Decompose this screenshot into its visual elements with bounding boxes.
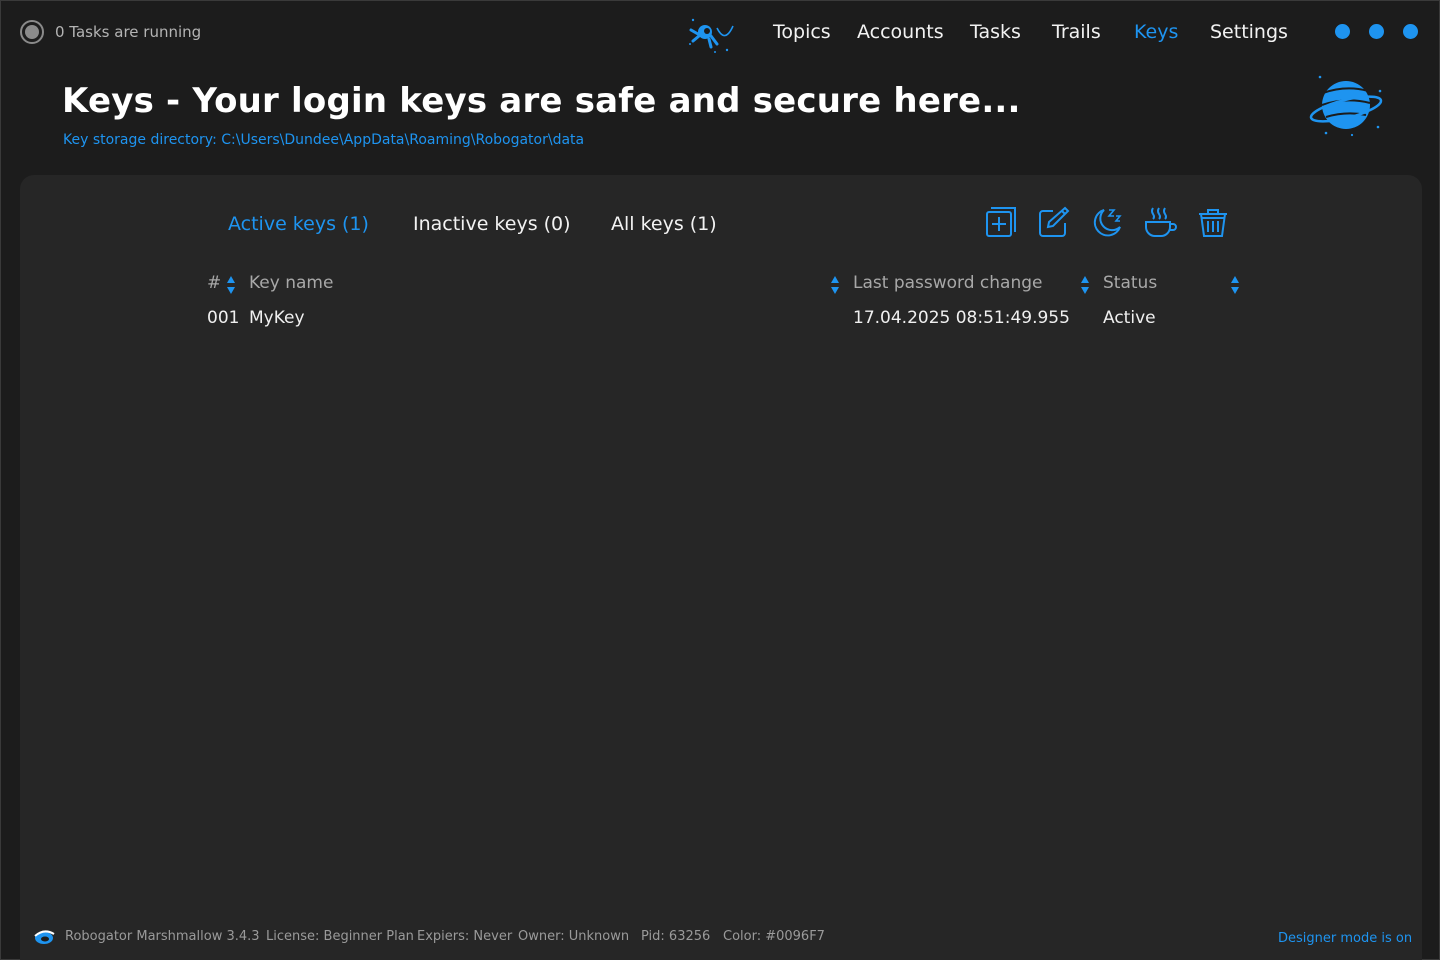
nav-settings[interactable]: Settings [1210, 21, 1288, 43]
column-last-password-change[interactable]: Last password change [853, 273, 1043, 293]
nav-tasks[interactable]: Tasks [970, 21, 1021, 43]
column-status[interactable]: Status [1103, 273, 1157, 293]
sleep-icon [1093, 209, 1122, 237]
footer-app-version: Robogator Marshmallow 3.4.3 [65, 929, 260, 944]
sort-key-name-icon[interactable] [830, 275, 840, 295]
robogator-logo-icon [34, 930, 55, 944]
status-bar: Robogator Marshmallow 3.4.3 License: Beg… [1, 925, 1440, 951]
edit-icon [1038, 206, 1069, 237]
nav-topics[interactable]: Topics [773, 21, 831, 43]
add-icon [985, 207, 1016, 237]
key-toolbar [983, 203, 1230, 241]
row-status: Active [1103, 308, 1156, 328]
delete-key-button[interactable] [1195, 203, 1230, 241]
main-nav: Topics Accounts Tasks Trails Keys Settin… [1, 21, 1439, 47]
footer-owner: Owner: Unknown [518, 929, 630, 944]
sort-number-icon[interactable] [226, 275, 236, 295]
coffee-icon [1144, 207, 1177, 237]
footer-color: Color: #0096F7 [723, 929, 825, 944]
sort-status-icon[interactable] [1230, 275, 1240, 295]
window-controls [1335, 24, 1418, 39]
nav-keys[interactable]: Keys [1134, 21, 1178, 43]
tab-active-keys[interactable]: Active keys (1) [228, 213, 369, 235]
sort-last-change-icon[interactable] [1080, 275, 1090, 295]
nav-accounts[interactable]: Accounts [857, 21, 944, 43]
row-key-name: MyKey [249, 308, 305, 328]
app-window: 0 Tasks are running Topics Accounts Task… [0, 0, 1440, 960]
table-row[interactable]: 001 MyKey 17.04.2025 08:51:49.955 Active [20, 308, 1422, 332]
footer-license: License: Beginner Plan [266, 929, 414, 944]
maximize-button[interactable] [1369, 24, 1384, 39]
footer-pid: Pid: 63256 [641, 929, 711, 944]
footer-expires: Expiers: Never [417, 929, 513, 944]
trash-icon [1198, 209, 1227, 237]
minimize-button[interactable] [1335, 24, 1350, 39]
designer-mode-link[interactable]: Designer mode is on [1278, 931, 1412, 946]
deactivate-key-button[interactable] [1089, 203, 1124, 241]
column-key-name[interactable]: Key name [249, 273, 333, 293]
keys-table-header: # Key name Last password change Status [20, 273, 1422, 297]
column-number[interactable]: # [207, 273, 221, 293]
close-button[interactable] [1403, 24, 1418, 39]
add-key-button[interactable] [983, 203, 1018, 241]
activate-key-button[interactable] [1142, 203, 1177, 241]
row-number: 001 [207, 308, 240, 328]
tab-all-keys[interactable]: All keys (1) [611, 213, 717, 235]
keys-panel: Active keys (1) Inactive keys (0) All ke… [20, 175, 1422, 960]
planet-icon [1309, 75, 1383, 137]
page-title: Keys - Your login keys are safe and secu… [62, 81, 1021, 121]
row-last-change: 17.04.2025 08:51:49.955 [853, 308, 1070, 328]
key-storage-path: Key storage directory: C:\Users\Dundee\A… [63, 132, 585, 148]
edit-key-button[interactable] [1036, 203, 1071, 241]
tab-inactive-keys[interactable]: Inactive keys (0) [413, 213, 571, 235]
nav-trails[interactable]: Trails [1052, 21, 1101, 43]
